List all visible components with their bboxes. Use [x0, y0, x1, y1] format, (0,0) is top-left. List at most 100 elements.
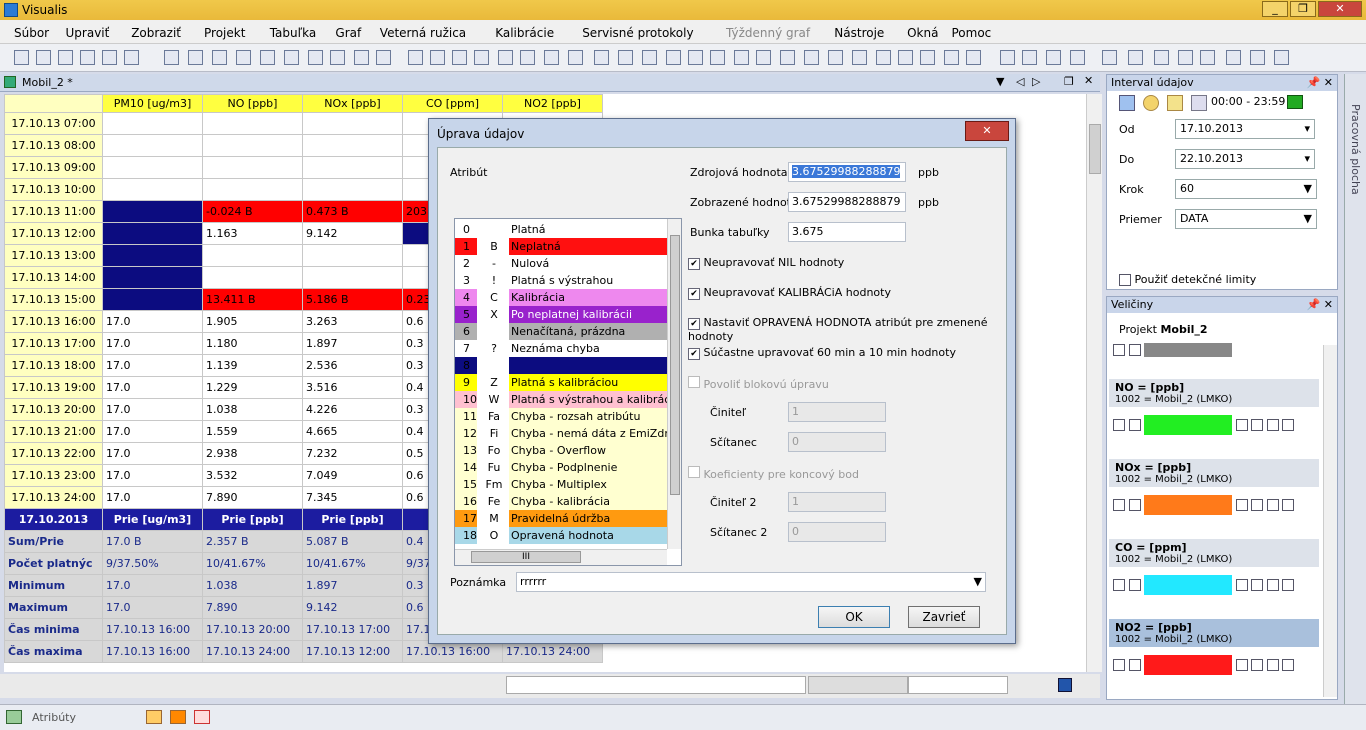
- clock-icon[interactable]: [1143, 95, 1159, 111]
- time-cell[interactable]: 17.10.13 08:00: [4, 134, 103, 157]
- flag-icon[interactable]: [1287, 95, 1303, 109]
- scroll-thumb[interactable]: [1089, 124, 1101, 174]
- time-cell[interactable]: 17.10.13 22:00: [4, 442, 103, 465]
- menu-12[interactable]: Pomoc: [952, 26, 992, 40]
- attribute-item[interactable]: 8: [455, 357, 667, 374]
- data-cell[interactable]: 9.142: [302, 222, 403, 245]
- edit-icon[interactable]: [1235, 499, 1248, 511]
- attribute-item[interactable]: 0 Platná: [455, 221, 667, 238]
- attribute-item[interactable]: 18 O Opravená hodnota: [455, 527, 667, 544]
- tab-close-icon[interactable]: ✕: [1084, 74, 1093, 87]
- edit-icon[interactable]: [1235, 579, 1248, 591]
- display-value-field[interactable]: 3.67529988288879: [788, 192, 906, 212]
- priemer-select[interactable]: DATA ▼: [1175, 209, 1317, 229]
- menu-2[interactable]: Zobraziť: [131, 26, 181, 40]
- velicina-color-swatch[interactable]: [1144, 415, 1232, 435]
- time-cell[interactable]: 17.10.13 21:00: [4, 420, 103, 443]
- data-cell[interactable]: -0.024 B: [202, 200, 303, 223]
- column-header[interactable]: NO [ppb]: [202, 94, 303, 113]
- attribute-list-hscroll[interactable]: III: [455, 549, 667, 565]
- data-cell[interactable]: 1.180: [202, 332, 303, 355]
- toolbar-icon-12[interactable]: [308, 50, 323, 65]
- attribute-list[interactable]: 0 Platná 1 B Neplatná 2 - Nulová 3 ! Pla…: [454, 218, 682, 566]
- data-cell[interactable]: [102, 178, 203, 201]
- data-cell[interactable]: [302, 156, 403, 179]
- time-cell[interactable]: 17.10.13 07:00: [4, 112, 103, 135]
- toolbar-icon-48[interactable]: [1178, 50, 1193, 65]
- check-block-box[interactable]: [688, 376, 700, 388]
- data-cell[interactable]: 13.411 B: [202, 288, 303, 311]
- toolbar-icon-52[interactable]: [1274, 50, 1289, 65]
- toolbar-icon-7[interactable]: [188, 50, 203, 65]
- bottom-icon-3[interactable]: [194, 710, 210, 724]
- veliciny-scrollbar[interactable]: [1323, 345, 1337, 697]
- data-cell[interactable]: 17.0: [102, 354, 203, 377]
- velicina-checkbox[interactable]: [1128, 579, 1141, 591]
- close-window-button[interactable]: ✕: [1318, 1, 1362, 17]
- tab-menu-icon[interactable]: ▼: [996, 75, 1004, 88]
- do-date-field[interactable]: 22.10.2013 ▾: [1175, 149, 1315, 169]
- attribute-item[interactable]: 1 B Neplatná: [455, 238, 667, 255]
- menu-4[interactable]: Tabuľka: [270, 26, 317, 40]
- check-simultaneous[interactable]: ✔ Súčastne upravovať 60 min a 10 min hod…: [688, 346, 956, 360]
- sun-icon[interactable]: [1167, 95, 1183, 111]
- cell-value-field[interactable]: 3.675: [788, 222, 906, 242]
- attribute-item[interactable]: 2 - Nulová: [455, 255, 667, 272]
- data-cell[interactable]: [102, 288, 203, 311]
- data-cell[interactable]: 4.226: [302, 398, 403, 421]
- velicina-color-swatch[interactable]: [1144, 343, 1232, 357]
- data-cell[interactable]: 17.0: [102, 486, 203, 509]
- tab-prev-icon[interactable]: ◁: [1016, 75, 1024, 88]
- velicina-checkbox[interactable]: [1128, 659, 1141, 671]
- toolbar-icon-31[interactable]: [756, 50, 771, 65]
- krok-select[interactable]: 60 ▼: [1175, 179, 1317, 199]
- menu-9[interactable]: Týždenný graf: [726, 26, 810, 40]
- table-icon[interactable]: [1113, 344, 1125, 356]
- toolbar-icon-44[interactable]: [1070, 50, 1085, 65]
- check-block[interactable]: Povoliť blokovú úpravu: [688, 376, 829, 391]
- attribute-item[interactable]: 11 Fa Chyba - rozsah atribútu: [455, 408, 667, 425]
- od-dropdown-icon[interactable]: ▾: [1304, 122, 1310, 135]
- attribute-list-vscroll[interactable]: [667, 219, 681, 549]
- toolbar-icon-11[interactable]: [284, 50, 299, 65]
- toolbar-icon-3[interactable]: [80, 50, 95, 65]
- veliciny-close-icon[interactable]: 📌 ✕: [1307, 298, 1333, 311]
- data-cell[interactable]: [102, 156, 203, 179]
- detect-limits-checkbox[interactable]: Použiť detekčné limity: [1119, 273, 1256, 286]
- data-cell[interactable]: 3.516: [302, 376, 403, 399]
- data-cell[interactable]: 3.532: [202, 464, 303, 487]
- check-endpoint-box[interactable]: [688, 466, 700, 478]
- menu-10[interactable]: Nástroje: [834, 26, 884, 40]
- table-icon[interactable]: [1113, 659, 1125, 671]
- attribute-item[interactable]: 6 Nenačítaná, prázdna: [455, 323, 667, 340]
- krok-dropdown-icon[interactable]: ▼: [1304, 182, 1312, 195]
- toolbar-icon-19[interactable]: [474, 50, 489, 65]
- menu-0[interactable]: Súbor: [14, 26, 49, 40]
- velicina-visible-checkbox[interactable]: [1251, 579, 1263, 591]
- data-cell[interactable]: [102, 222, 203, 245]
- minimize-button[interactable]: _: [1262, 1, 1288, 17]
- toolbar-icon-42[interactable]: [1022, 50, 1037, 65]
- attribute-item[interactable]: 9 Z Platná s kalibráciou: [455, 374, 667, 391]
- toolbar-icon-15[interactable]: [376, 50, 391, 65]
- attribute-item[interactable]: 10 W Platná s výstrahou a kalibráciou: [455, 391, 681, 408]
- attribute-item[interactable]: 14 Fu Chyba - Podplnenie: [455, 459, 667, 476]
- menu-3[interactable]: Projekt: [204, 26, 245, 40]
- source-value-field[interactable]: 3.67529988288879: [788, 162, 906, 182]
- toolbar-icon-45[interactable]: [1102, 50, 1117, 65]
- toolbar-icon-25[interactable]: [618, 50, 633, 65]
- check-endpoint[interactable]: Koeficienty pre koncový bod: [688, 466, 859, 481]
- data-cell[interactable]: [202, 112, 303, 135]
- data-cell[interactable]: 1.038: [202, 398, 303, 421]
- time-cell[interactable]: 17.10.13 17:00: [4, 332, 103, 355]
- toolbar-icon-30[interactable]: [734, 50, 749, 65]
- data-cell[interactable]: 17.0: [102, 332, 203, 355]
- velicina-item[interactable]: NO2 = [ppb] 1002 = Mobil_2 (LMKO): [1109, 619, 1319, 647]
- detect-limits-box[interactable]: [1119, 274, 1131, 286]
- toolbar-icon-10[interactable]: [260, 50, 275, 65]
- toolbar-icon-20[interactable]: [498, 50, 513, 65]
- toolbar-icon-13[interactable]: [330, 50, 345, 65]
- ok-button[interactable]: OK: [818, 606, 890, 628]
- data-cell[interactable]: 0.473 B: [302, 200, 403, 223]
- do-dropdown-icon[interactable]: ▾: [1304, 152, 1310, 165]
